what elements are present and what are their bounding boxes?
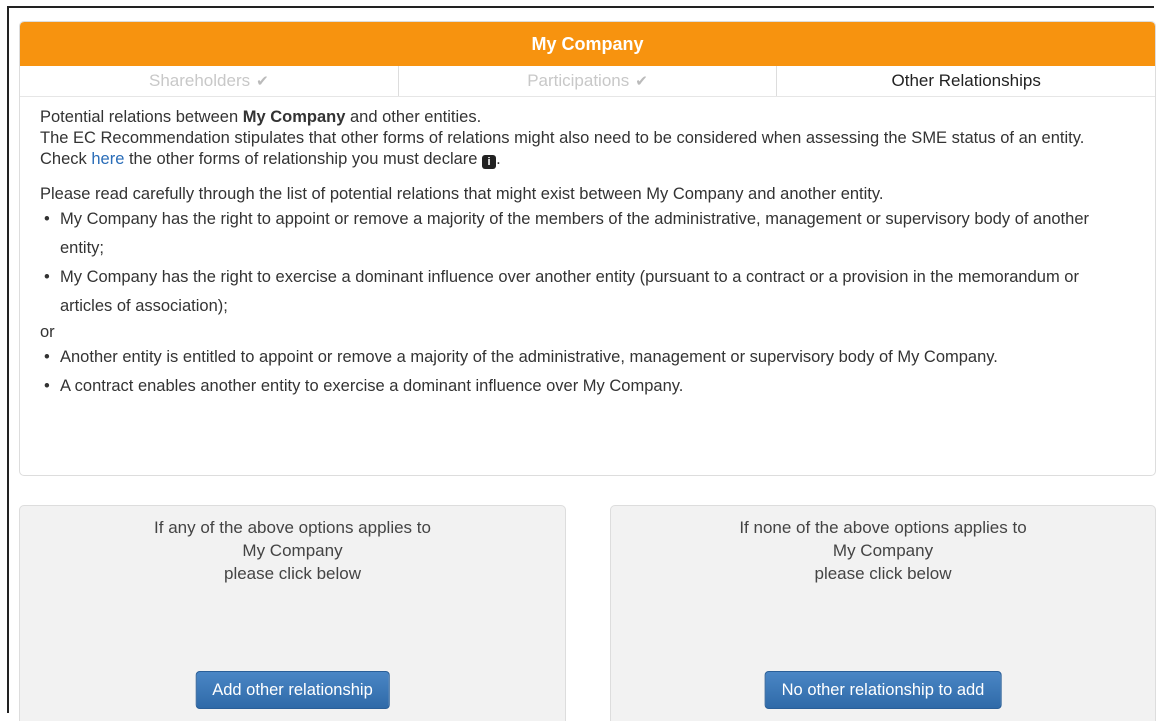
intro-line-2: The EC Recommendation stipulates that ot…	[40, 129, 1085, 169]
panel-header: My Company	[20, 22, 1155, 66]
list-item: My Company has the right to appoint or r…	[40, 205, 1135, 263]
option-none-box: If none of the above options applies to …	[610, 505, 1156, 721]
option-applies-line-1: If any of the above options applies to	[154, 518, 431, 537]
tab-shareholders-label: Shareholders	[148, 71, 251, 90]
list-item: Another entity is entitled to appoint or…	[40, 343, 1135, 372]
option-applies-line-3: please click below	[223, 564, 361, 583]
tab-other-relationships[interactable]: Other Relationships	[777, 66, 1155, 96]
here-link[interactable]: here	[91, 150, 124, 168]
no-other-relationship-button[interactable]: No other relationship to add	[764, 671, 1002, 709]
option-none-line-2: My Company	[832, 541, 934, 560]
add-other-relationship-button[interactable]: Add other relationship	[195, 671, 390, 709]
window-frame: My Company Shareholders ✔ Participations ✔…	[7, 6, 1156, 721]
or-separator: or	[40, 323, 55, 341]
list-item: My Company has the right to exercise a d…	[40, 263, 1135, 321]
tab-other-relationships-label: Other Relationships	[891, 71, 1041, 90]
option-applies-line-2: My Company	[242, 541, 343, 560]
intro-line-1: Potential relations between My Company a…	[40, 108, 482, 126]
company-name: My Company	[242, 108, 346, 126]
checkmark-icon: ✔	[256, 73, 269, 90]
tab-participations-label: Participations	[527, 71, 630, 90]
checkmark-icon: ✔	[635, 73, 648, 90]
company-panel: My Company Shareholders ✔ Participations ✔…	[19, 21, 1156, 476]
option-applies-box: If any of the above options applies to M…	[19, 505, 566, 721]
info-icon[interactable]: i	[482, 155, 497, 169]
option-none-line-3: please click below	[814, 564, 952, 583]
tab-bar: Shareholders ✔ Participations ✔ Other Rela…	[20, 66, 1155, 97]
tab-shareholders[interactable]: Shareholders ✔	[20, 66, 399, 96]
tab-participations[interactable]: Participations ✔	[399, 66, 778, 96]
panel-content: Potential relations between My Company a…	[20, 97, 1155, 401]
relations-list-2: Another entity is entitled to appoint or…	[40, 343, 1135, 401]
panel-title: My Company	[531, 34, 644, 54]
relations-list-1: My Company has the right to appoint or r…	[40, 205, 1135, 321]
list-item: A contract enables another entity to exe…	[40, 372, 1135, 401]
relations-lead: Please read carefully through the list o…	[40, 185, 884, 203]
option-none-line-1: If none of the above options applies to	[739, 518, 1027, 537]
